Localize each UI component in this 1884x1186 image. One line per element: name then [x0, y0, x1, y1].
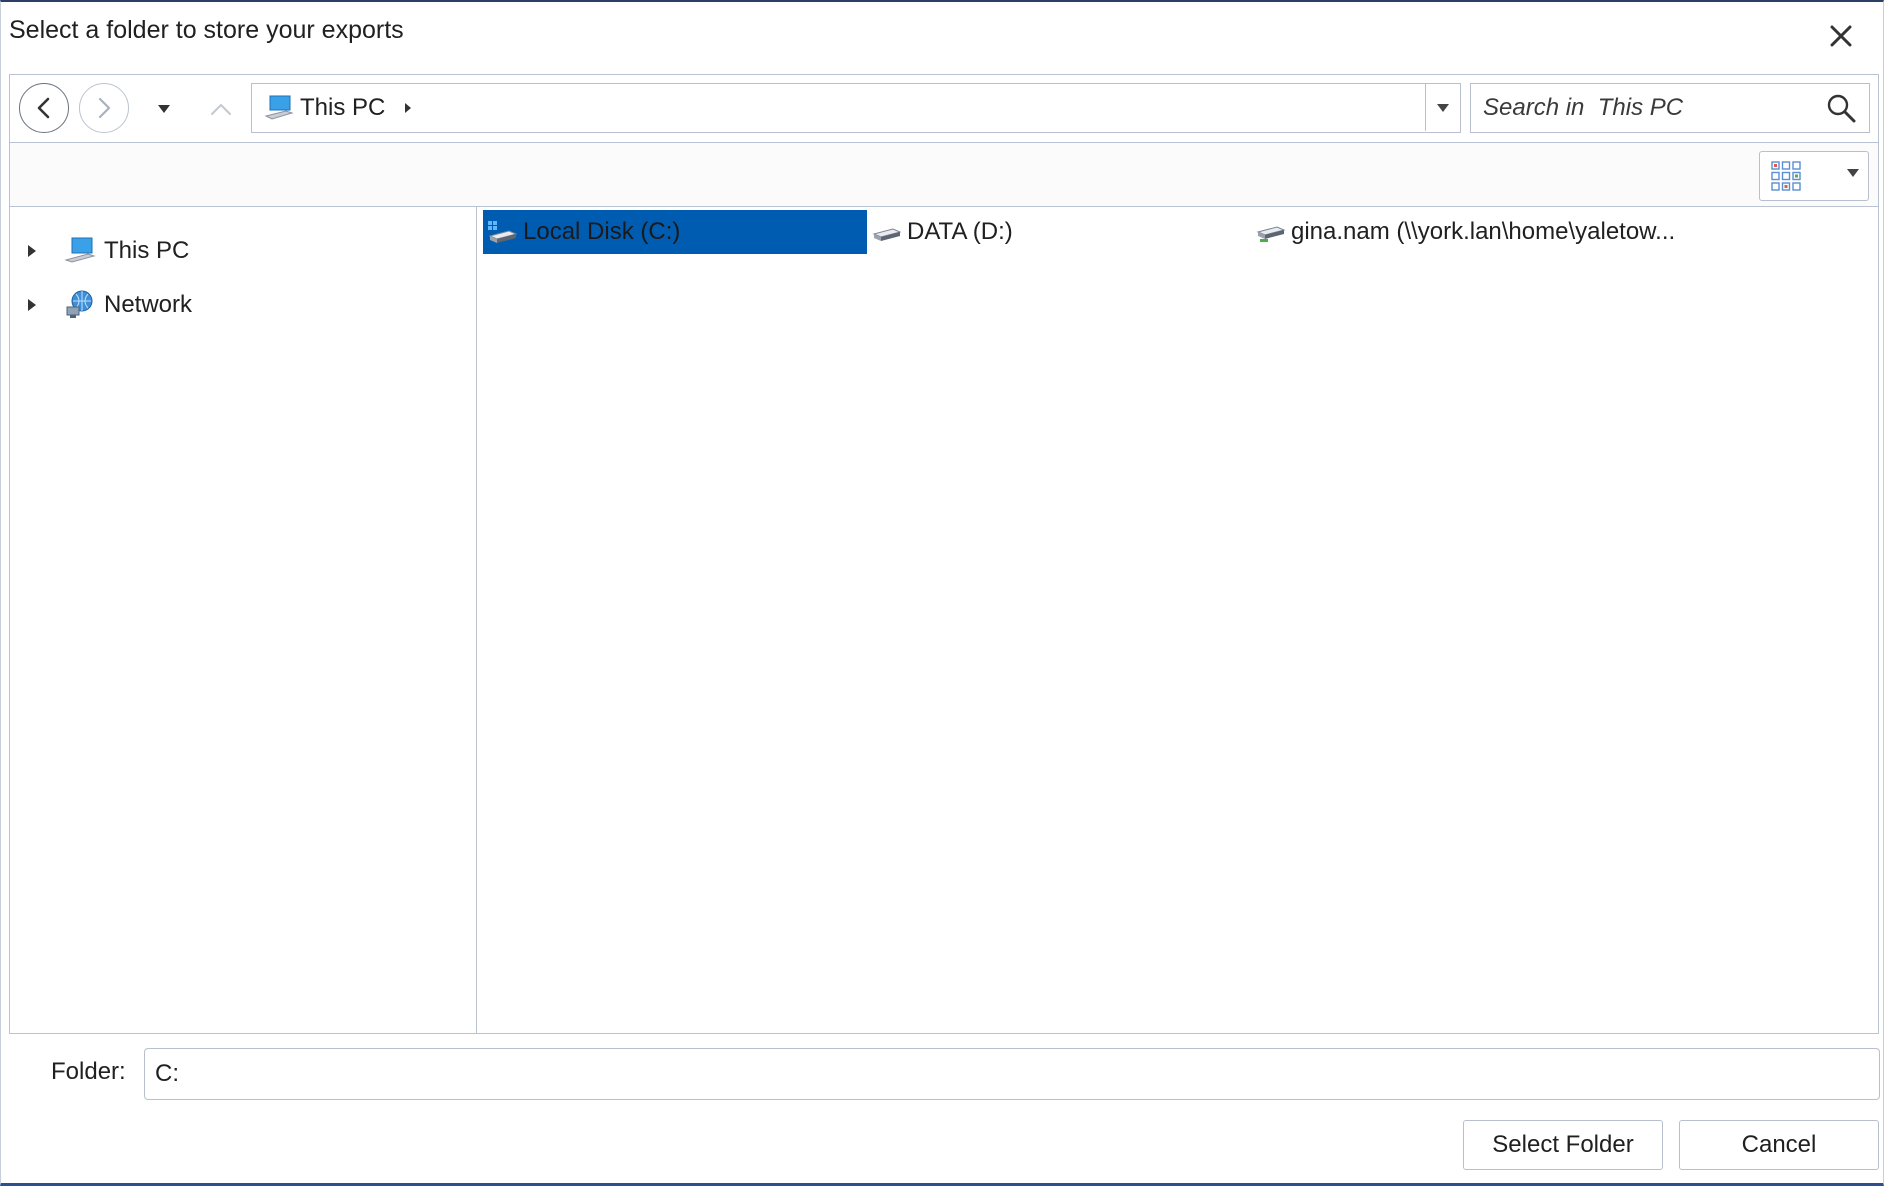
search-input[interactable] — [1481, 90, 1805, 126]
back-button[interactable] — [19, 83, 69, 133]
expand-arrow-icon[interactable] — [22, 241, 42, 261]
search-icon — [1827, 94, 1856, 123]
browser-frame: This PC Search in This PC This PC Networ… — [9, 74, 1879, 1034]
caret-down-icon — [1437, 103, 1449, 112]
title-bar: Select a folder to store your exports — [1, 2, 1883, 68]
drive-label: gina.nam (\\york.lan\home\yaletow... — [1291, 218, 1676, 245]
computer-icon — [264, 95, 294, 120]
expand-arrow-icon[interactable] — [22, 295, 42, 315]
chevron-left-icon — [37, 97, 50, 119]
network-drive-icon — [1255, 217, 1285, 247]
address-bar[interactable]: This PC — [251, 83, 1461, 133]
folder-label: Folder: — [51, 1058, 126, 1085]
recent-locations-button[interactable] — [152, 97, 176, 121]
cancel-button[interactable]: Cancel — [1679, 1120, 1879, 1170]
breadcrumb-chevron-icon[interactable] — [403, 101, 413, 115]
tree-item-label: Network — [104, 291, 193, 318]
address-history-dropdown[interactable] — [1425, 84, 1460, 131]
up-button[interactable] — [206, 95, 236, 123]
drive-item-d[interactable]: DATA (D:) — [867, 210, 1251, 254]
folder-input[interactable] — [144, 1048, 1880, 1100]
navigation-tree: This PC Network — [10, 207, 477, 1033]
drive-icon — [871, 217, 901, 247]
tree-item-this-pc[interactable]: This PC — [10, 229, 476, 273]
select-folder-button[interactable]: Select Folder — [1463, 1120, 1663, 1170]
drive-label: Local Disk (C:) — [523, 218, 681, 245]
breadcrumb-this-pc[interactable]: This PC — [300, 94, 385, 122]
drive-list: Local Disk (C:) DATA (D:) gina.nam (\\yo… — [477, 207, 1878, 1033]
caret-down-icon — [1847, 169, 1859, 177]
dialog-title: Select a folder to store your exports — [9, 16, 404, 44]
chevron-right-icon — [98, 97, 111, 119]
grid-view-icon — [1771, 161, 1801, 191]
search-box[interactable] — [1470, 83, 1870, 133]
computer-icon — [64, 235, 96, 267]
close-icon — [1830, 25, 1852, 47]
windows-drive-icon — [487, 217, 517, 247]
chevron-up-icon — [211, 104, 231, 115]
toolbar — [10, 143, 1878, 207]
breadcrumb[interactable]: This PC — [264, 84, 413, 131]
navigation-bar: This PC — [10, 75, 1878, 143]
caret-down-icon — [158, 105, 170, 113]
drive-item-c[interactable]: Local Disk (C:) — [483, 210, 867, 254]
close-button[interactable] — [1821, 16, 1861, 56]
network-icon — [64, 289, 96, 321]
tree-item-label: This PC — [104, 237, 190, 264]
tree-item-network[interactable]: Network — [10, 283, 476, 327]
forward-button[interactable] — [79, 83, 129, 133]
folder-picker-dialog: Select a folder to store your exports Th… — [0, 0, 1884, 1186]
search-button[interactable] — [1825, 92, 1857, 124]
view-mode-button[interactable] — [1759, 151, 1869, 201]
drive-label: DATA (D:) — [907, 218, 1013, 245]
drive-item-network-share[interactable]: gina.nam (\\york.lan\home\yaletow... — [1251, 210, 1675, 254]
